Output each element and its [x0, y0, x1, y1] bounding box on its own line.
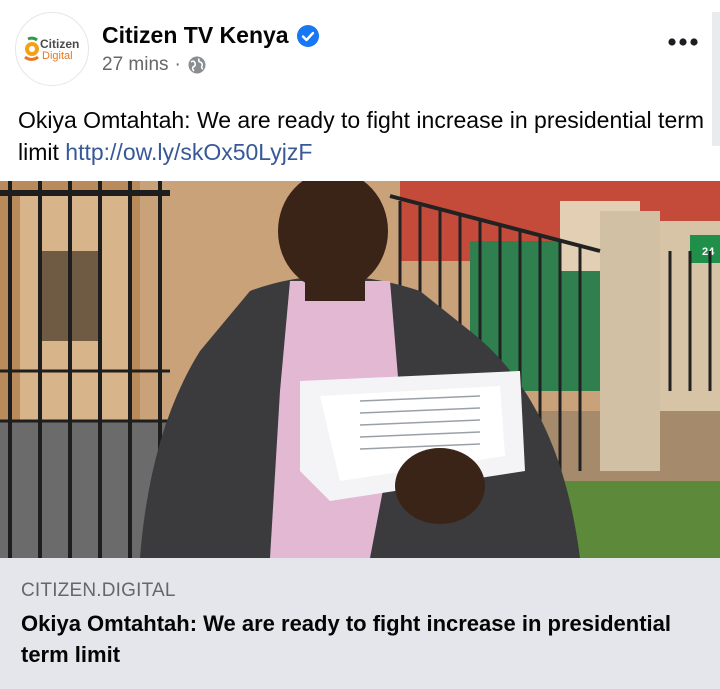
- news-photo: 24: [0, 181, 720, 558]
- post-timestamp[interactable]: 27 mins: [102, 54, 169, 76]
- post-meta: 27 mins ·: [102, 54, 207, 76]
- meta-separator: ·: [174, 54, 181, 75]
- post-text: Okiya Omtahtah: We are ready to fight in…: [18, 104, 708, 168]
- author-name[interactable]: Citizen TV Kenya: [102, 22, 320, 49]
- verified-badge-icon: [296, 24, 319, 47]
- page-avatar[interactable]: Citizen Digital: [15, 12, 89, 86]
- link-preview-card[interactable]: CITIZEN.DIGITAL Okiya Omtahtah: We are r…: [0, 558, 720, 689]
- link-preview-image[interactable]: 24: [0, 181, 720, 558]
- citizen-digital-logo: Citizen Digital: [24, 36, 79, 62]
- globe-icon: [188, 56, 206, 74]
- link-title[interactable]: Okiya Omtahtah: We are ready to fight in…: [21, 608, 681, 670]
- author-name-label[interactable]: Citizen TV Kenya: [102, 22, 289, 49]
- link-domain: CITIZEN.DIGITAL: [21, 580, 176, 601]
- svg-text:Digital: Digital: [42, 50, 73, 62]
- more-options-icon[interactable]: [664, 30, 704, 54]
- post-header: Citizen Digital Citizen TV Kenya 27 mins…: [0, 0, 720, 100]
- svg-text:Citizen: Citizen: [40, 37, 79, 51]
- scroll-edge: [712, 12, 720, 146]
- post-link[interactable]: http://ow.ly/skOx50LyjzF: [65, 139, 312, 165]
